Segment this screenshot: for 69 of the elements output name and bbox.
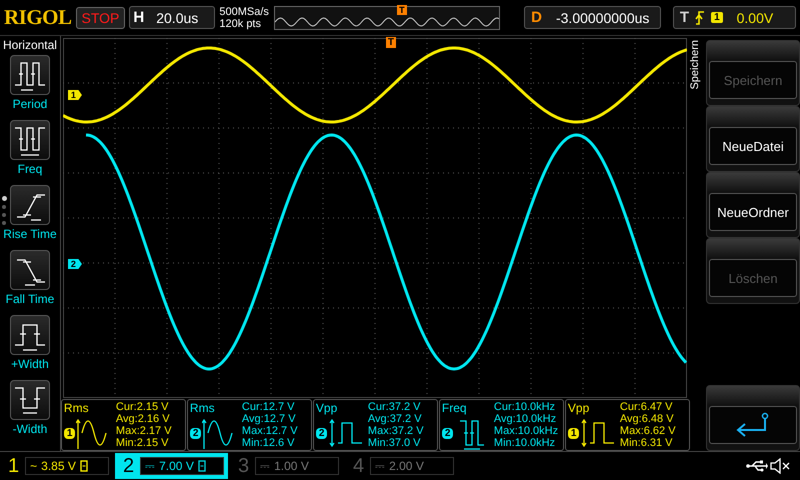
measurement-value: Max:6.62 V: [620, 425, 676, 437]
trigger-panel[interactable]: T 1 0.00V: [672, 6, 796, 29]
channel-tab[interactable]: 2 ⎓ 7.00 V: [115, 453, 228, 479]
measurement-value: Min:6.31 V: [620, 437, 674, 449]
measurement-value: Cur:37.2 V: [368, 401, 422, 413]
measurement-value: Min:2.15 V: [116, 437, 170, 449]
trigger-position-marker: T: [397, 4, 407, 14]
timebase-value: 20.0us: [156, 10, 198, 26]
channel-badge: 1: [64, 428, 76, 438]
measurement-button[interactable]: [10, 380, 50, 420]
measurement-value: Avg:12.7 V: [242, 413, 297, 425]
delay-value: -3.00000000us: [556, 10, 650, 26]
usb-icon[interactable]: [746, 460, 768, 472]
measurement-value: Cur:12.7 V: [242, 401, 296, 413]
measurement-button[interactable]: [10, 315, 50, 355]
measurement-label[interactable]: -Width: [12, 422, 48, 436]
measurement-name: Rms: [64, 401, 90, 415]
softkey-button[interactable]: NeueOrdner: [709, 193, 797, 231]
delay-panel[interactable]: D -3.00000000us: [524, 6, 661, 29]
measurement-label[interactable]: +Width: [11, 357, 49, 371]
brand-logo: RIGOL: [4, 5, 72, 30]
measurement-value: Avg:10.0kHz: [494, 413, 558, 425]
channel-badge: 2: [190, 428, 202, 438]
measurement-value: Cur:10.0kHz: [494, 401, 556, 413]
measurement-value: Max:37.2 V: [368, 425, 424, 437]
measurement-value: Min:12.6 V: [242, 437, 296, 449]
measurement-name: Rms: [190, 401, 216, 415]
menu-title: Horizontal: [2, 38, 57, 52]
trigger-position-marker: T: [386, 37, 396, 48]
back-button[interactable]: [709, 406, 797, 444]
measurement-value: Avg:2.16 V: [116, 413, 171, 425]
measurement-value: Avg:37.2 V: [368, 413, 423, 425]
trigger-source-badge: 1: [711, 12, 723, 23]
measurement-button[interactable]: [10, 55, 50, 95]
measurement-label[interactable]: Rise Time: [3, 227, 57, 241]
softkey-button[interactable]: NeueDatei: [709, 127, 797, 165]
trigger-level: 0.00V: [736, 10, 774, 26]
speaker-icon[interactable]: [770, 458, 792, 474]
measurement-value: Avg:6.48 V: [620, 413, 675, 425]
channel-badge: 2: [442, 428, 454, 438]
run-stop-button[interactable]: STOP: [76, 6, 126, 28]
measurement-value: Max:12.7 V: [242, 425, 298, 437]
measurement-name: Freq: [442, 401, 468, 415]
measurement-label[interactable]: Freq: [18, 162, 42, 176]
channel-marker[interactable]: 2: [68, 259, 82, 269]
measurement-value: Max:2.17 V: [116, 425, 172, 437]
menu-title: Speichern: [689, 40, 702, 90]
measurement-value: Cur:6.47 V: [620, 401, 674, 413]
measurement-name: Vpp: [316, 401, 338, 415]
channel-badge: 1: [568, 428, 580, 438]
measurement-button[interactable]: [10, 250, 50, 290]
measurement-label[interactable]: Period: [12, 97, 48, 111]
measurement-button[interactable]: [10, 185, 50, 225]
sample-rate: 500MSa/s: [219, 6, 270, 18]
measurement-label[interactable]: Fall Time: [6, 292, 54, 306]
measurement-value: Cur:2.15 V: [116, 401, 170, 413]
measurement-value: Min:10.0kHz: [494, 437, 556, 449]
delay-label: D: [531, 9, 542, 26]
rising-edge-icon: [695, 10, 706, 24]
timebase-label: H: [133, 9, 144, 26]
measurement-button[interactable]: [10, 120, 50, 160]
channel-marker[interactable]: 1: [68, 90, 82, 100]
trigger-label: T: [680, 9, 690, 26]
measurement-name: Vpp: [568, 401, 590, 415]
channel-badge: 2: [316, 428, 328, 438]
memory-depth: 120k pts: [219, 18, 262, 30]
measurement-value: Max:10.0kHz: [494, 425, 558, 437]
measurement-value: Min:37.0 V: [368, 437, 422, 449]
timebase-panel[interactable]: H 20.0us: [129, 6, 216, 29]
